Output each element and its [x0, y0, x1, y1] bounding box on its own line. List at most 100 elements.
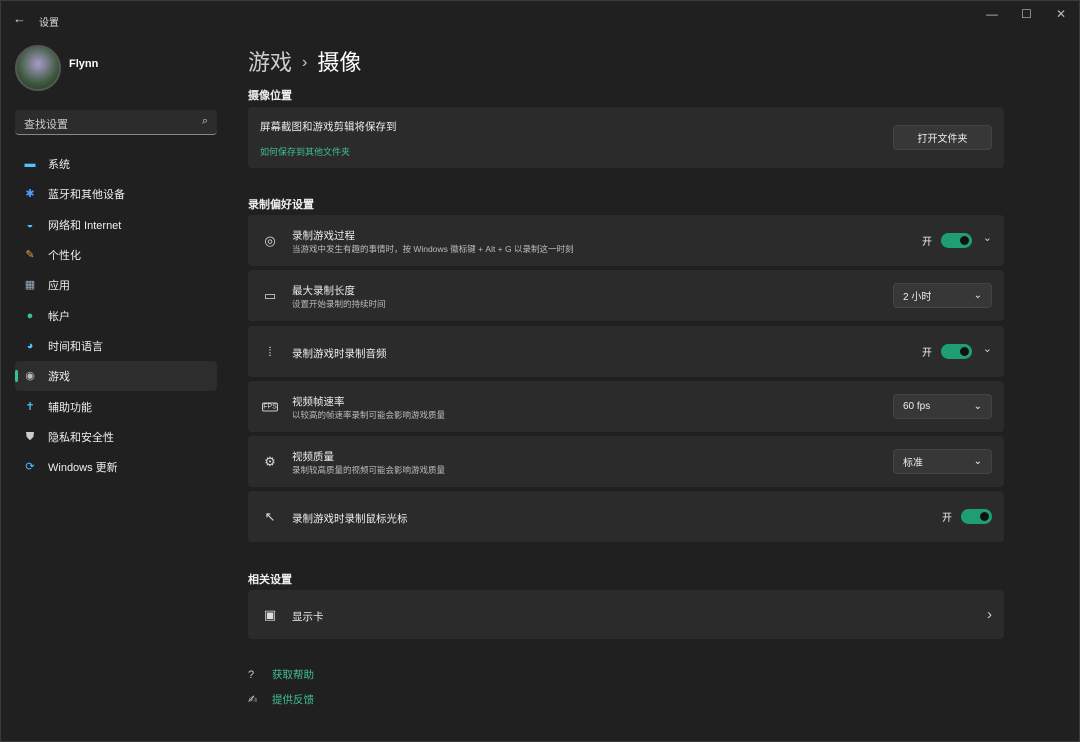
- brush-icon: ✎: [25, 249, 35, 262]
- cursor-icon: ↖: [264, 508, 276, 524]
- record-icon: ◎: [264, 232, 276, 248]
- frame-rate-dropdown[interactable]: 60 fps ⌄: [893, 394, 992, 419]
- max-recording-length-row: ▭ 最大录制长度 设置开始录制的持续时间 2 小时 ⌄: [248, 270, 1004, 321]
- controller-icon: ◉: [25, 370, 35, 383]
- sidebar-item-label: 系统: [48, 159, 70, 172]
- shield-icon: ⛊: [25, 430, 35, 443]
- row-title: 视频质量: [292, 451, 334, 463]
- sidebar-item-accessibility[interactable]: ✝ 辅助功能: [15, 391, 217, 421]
- open-folder-button[interactable]: 打开文件夹: [893, 125, 992, 150]
- toggle-switch[interactable]: [941, 344, 972, 359]
- breadcrumb-parent[interactable]: 游戏: [248, 50, 292, 75]
- sidebar-item-system[interactable]: ▬ 系统: [15, 149, 217, 179]
- sidebar-item-label: 隐私和安全性: [48, 431, 114, 444]
- record-gameplay-toggle[interactable]: 开: [922, 233, 972, 248]
- back-button[interactable]: ←: [13, 11, 26, 26]
- help-icon: ?: [248, 668, 255, 681]
- record-gameplay-row: ◎ 录制游戏过程 当游戏中发生有趣的事情时，按 Windows 徽标键 + Al…: [248, 215, 1004, 266]
- sidebar-item-time-language[interactable]: ◕ 时间和语言: [15, 331, 217, 361]
- update-icon: ⟳: [25, 461, 35, 474]
- video-camera-icon: ▭: [263, 287, 277, 303]
- row-description: 当游戏中发生有趣的事情时，按 Windows 徽标键 + Alt + G 以录制…: [292, 244, 574, 254]
- dropdown-value: 标准: [903, 458, 923, 469]
- max-length-dropdown[interactable]: 2 小时 ⌄: [893, 283, 992, 308]
- row-title: 视频帧速率: [292, 396, 345, 408]
- maximize-button[interactable]: ☐: [1021, 7, 1032, 21]
- graphics-card-row[interactable]: ▣ 显示卡 ›: [248, 590, 1004, 639]
- toggle-switch[interactable]: [941, 233, 972, 248]
- sidebar-item-label: 辅助功能: [48, 401, 92, 414]
- row-description: 录制较高质量的视频可能会影响游戏质量: [292, 465, 446, 475]
- close-button[interactable]: ✕: [1056, 7, 1066, 21]
- get-help-link[interactable]: ? 获取帮助: [248, 667, 314, 682]
- toggle-label: 开: [942, 513, 952, 524]
- chevron-down-icon: ⌄: [973, 290, 982, 301]
- record-cursor-row: ↖ 录制游戏时录制鼠标光标 开: [248, 491, 1004, 542]
- feedback-icon: ✍: [248, 694, 258, 706]
- record-audio-toggle[interactable]: 开: [922, 344, 972, 359]
- row-description: 设置开始录制的持续时间: [292, 299, 386, 309]
- sidebar-item-network[interactable]: ◒ 网络和 Internet: [15, 210, 217, 240]
- sidebar-item-accounts[interactable]: ● 帐户: [15, 300, 217, 330]
- toggle-switch[interactable]: [961, 509, 992, 524]
- sidebar-nav: ▬ 系统 ✱ 蓝牙和其他设备 ◒ 网络和 Internet ✎ 个性化 ▦ 应用 ● 帐户 …: [15, 149, 217, 482]
- chevron-down-icon[interactable]: ⌄: [983, 231, 992, 244]
- accessibility-icon: ✝: [25, 400, 35, 413]
- row-description: 以较高的帧速率录制可能会影响游戏质量: [292, 410, 446, 420]
- video-quality-dropdown[interactable]: 标准 ⌄: [893, 449, 992, 474]
- record-cursor-toggle[interactable]: 开: [942, 509, 992, 524]
- bluetooth-icon: ✱: [25, 188, 35, 201]
- chevron-down-icon[interactable]: ⌄: [983, 342, 992, 355]
- chevron-right-icon: ›: [987, 606, 992, 623]
- search-icon[interactable]: ⌕: [202, 115, 208, 128]
- row-title: 显示卡: [292, 611, 324, 623]
- dropdown-value: 2 小时: [903, 292, 932, 303]
- video-settings-icon: ⚙: [264, 453, 276, 469]
- toggle-label: 开: [922, 348, 932, 359]
- section-heading-related: 相关设置: [248, 574, 292, 586]
- wifi-icon: ◒: [26, 218, 34, 231]
- sidebar-item-windows-update[interactable]: ⟳ Windows 更新: [15, 452, 217, 482]
- sidebar-item-privacy[interactable]: ⛊ 隐私和安全性: [15, 422, 217, 452]
- change-folder-link[interactable]: 如何保存到其他文件夹: [260, 145, 350, 158]
- sidebar-item-label: 时间和语言: [48, 340, 103, 353]
- sidebar-item-gaming[interactable]: ◉ 游戏: [15, 361, 217, 392]
- chevron-right-icon: ›: [302, 54, 308, 71]
- sidebar-item-label: 应用: [48, 280, 70, 293]
- avatar[interactable]: [15, 45, 61, 91]
- minimize-button[interactable]: —: [986, 7, 998, 21]
- sidebar-item-label: 蓝牙和其他设备: [48, 189, 125, 202]
- audio-wave-icon: ⦙: [268, 343, 272, 359]
- sidebar-item-label: 网络和 Internet: [48, 219, 122, 232]
- row-title: 录制游戏时录制音频: [292, 348, 387, 360]
- sidebar-item-bluetooth[interactable]: ✱ 蓝牙和其他设备: [15, 179, 217, 209]
- user-name: Flynn: [69, 58, 99, 70]
- sidebar-item-apps[interactable]: ▦ 应用: [15, 270, 217, 300]
- get-help-label: 获取帮助: [272, 669, 314, 681]
- apps-icon: ▦: [24, 279, 36, 292]
- graphics-card-icon: ▣: [263, 606, 277, 622]
- row-title: 最大录制长度: [292, 285, 355, 297]
- chevron-down-icon: ⌄: [973, 456, 982, 467]
- search-placeholder: 查找设置: [24, 119, 68, 131]
- sidebar-item-personalization[interactable]: ✎ 个性化: [15, 240, 217, 270]
- sidebar-item-label: 个性化: [48, 250, 81, 263]
- dropdown-value: 60 fps: [903, 401, 931, 412]
- capture-location-card: 屏幕截图和游戏剪辑将保存到 如何保存到其他文件夹 打开文件夹: [248, 107, 1004, 168]
- section-heading-recording-prefs: 录制偏好设置: [248, 199, 314, 211]
- record-audio-row: ⦙ 录制游戏时录制音频 开 ⌄: [248, 326, 1004, 377]
- breadcrumb: 游戏 › 摄像: [248, 45, 361, 77]
- feedback-label: 提供反馈: [272, 694, 314, 706]
- feedback-link[interactable]: ✍ 提供反馈: [248, 692, 314, 707]
- window-title: 设置: [39, 18, 59, 29]
- globe-clock-icon: ◕: [26, 339, 34, 352]
- sidebar-item-label: 游戏: [48, 371, 70, 384]
- capture-location-title: 屏幕截图和游戏剪辑将保存到: [260, 121, 397, 133]
- monitor-icon: ▬: [24, 158, 36, 171]
- section-heading-capture-location: 摄像位置: [248, 90, 292, 102]
- page-title: 摄像: [317, 50, 362, 75]
- frame-rate-row: FPS 视频帧速率 以较高的帧速率录制可能会影响游戏质量 60 fps ⌄: [248, 381, 1004, 432]
- search-input[interactable]: 查找设置 ⌕: [15, 110, 217, 135]
- row-title: 录制游戏时录制鼠标光标: [292, 513, 408, 525]
- sidebar-item-label: 帐户: [48, 310, 70, 323]
